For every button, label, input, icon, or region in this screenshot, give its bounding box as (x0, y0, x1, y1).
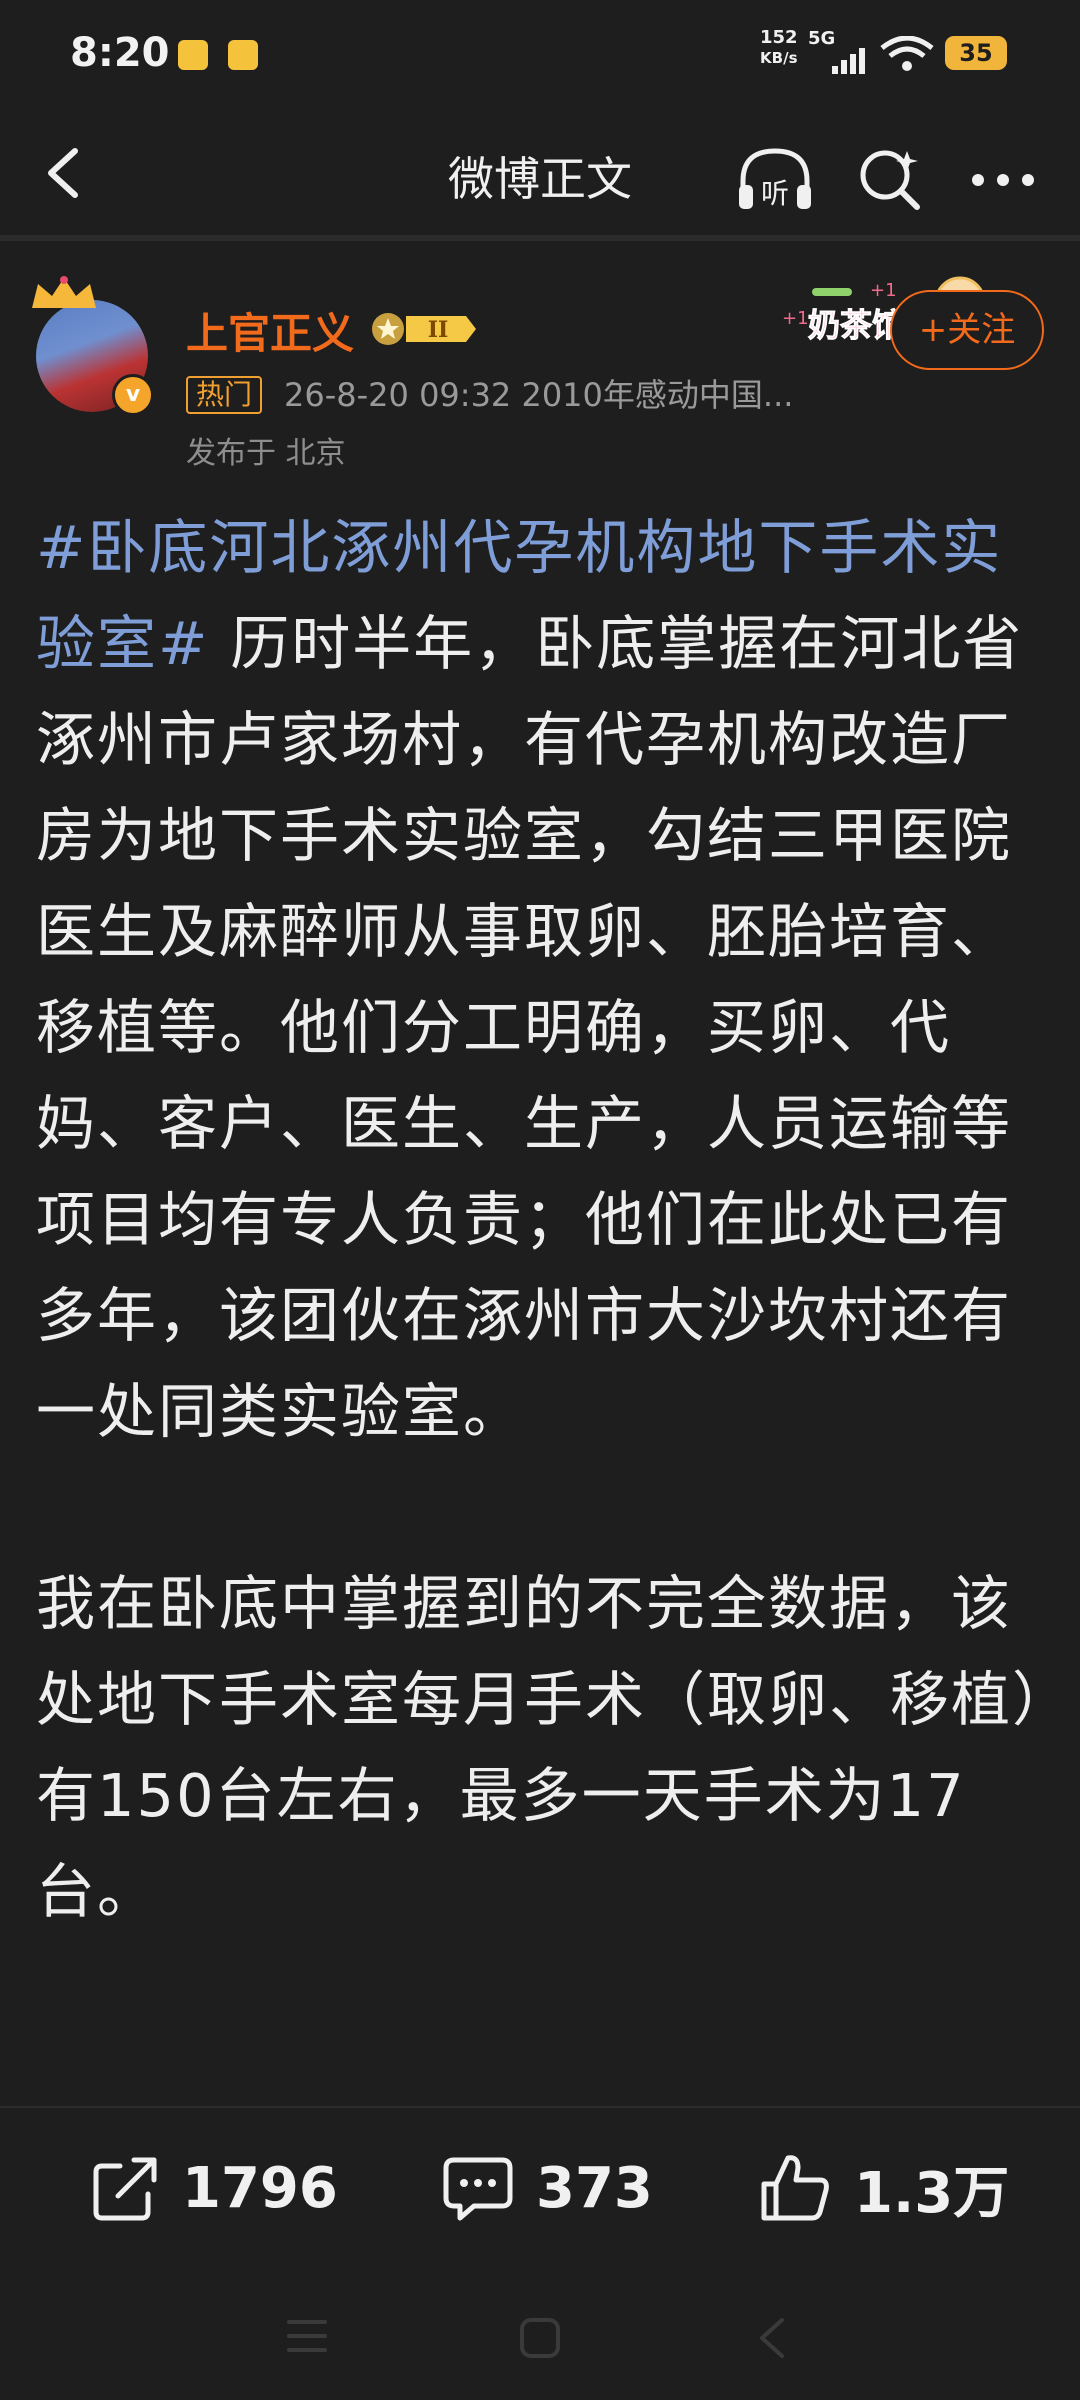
system-back-icon[interactable] (752, 2314, 792, 2362)
status-bar: 8:20 152 KB/s 5G 35 (0, 0, 1080, 105)
home-icon[interactable] (518, 2316, 562, 2360)
system-nav-bar (0, 2270, 1080, 2400)
status-time: 8:20 (70, 30, 170, 76)
follow-button[interactable]: +关注 (890, 290, 1044, 370)
thumbs-up-icon (761, 2155, 829, 2221)
level-badge-icon: II (372, 313, 476, 345)
verified-badge: v (112, 374, 154, 416)
comment-count: 373 (536, 2155, 653, 2221)
net-speed-value: 152 (760, 27, 798, 48)
comment-button[interactable]: 373 (440, 2148, 653, 2228)
level-label: II (428, 317, 449, 343)
top-nav-bar: 微博正文 听 (0, 115, 1080, 241)
shopping-notification-icon (228, 40, 258, 70)
net-speed: 152 KB/s (760, 28, 798, 68)
wifi-icon (880, 36, 934, 71)
sticker-plus-top: +1 (870, 280, 897, 301)
post-text-1: 历时半年，卧底掌握在河北省涿州市卢家场村，有代孕机构改造厂房为地下手术实验室，勾… (36, 609, 1024, 1446)
like-count: 1.3万 (854, 2160, 1010, 2226)
repost-button[interactable]: 1796 (90, 2148, 338, 2228)
weibo-notification-icon (178, 40, 208, 70)
hot-tag: 热门 (186, 376, 263, 414)
sticker-plus-left: +1 (782, 308, 809, 329)
comment-icon (443, 2157, 513, 2221)
battery-indicator: 35 (945, 36, 1007, 70)
network-type: 5G (808, 28, 836, 49)
crown-icon (32, 276, 96, 308)
listen-label: 听 (761, 177, 789, 210)
repost-icon (93, 2157, 157, 2221)
repost-count: 1796 (182, 2155, 338, 2221)
post-paragraph-2: 我在卧底中掌握到的不完全数据，该处地下手术室每月手术（取卵、移植）有150台左右… (36, 1569, 1044, 1926)
author-header: v 上官正义 II 热门 26-8-20 09:32 2010年感动中国... … (0, 270, 1080, 471)
recent-apps-icon[interactable] (285, 2316, 329, 2356)
post-location: 发布于 北京 (186, 436, 346, 471)
net-speed-unit: KB/s (760, 49, 798, 67)
post-meta: 26-8-20 09:32 2010年感动中国... (284, 376, 794, 414)
author-name[interactable]: 上官正义 (186, 300, 354, 361)
post-action-bar: 1796 373 1.3万 (0, 2106, 1080, 2268)
post-paragraph-1: #卧底河北涿州代孕机构地下手术实验室# 历时半年，卧底掌握在河北省涿州市卢家场村… (36, 500, 1046, 1460)
more-options-icon[interactable] (968, 165, 1038, 195)
search-icon[interactable] (855, 145, 925, 215)
listen-headphones-icon[interactable]: 听 (735, 145, 815, 215)
like-button[interactable]: 1.3万 (758, 2148, 1009, 2228)
signal-icon (832, 48, 865, 74)
post-content: #卧底河北涿州代孕机构地下手术实验室# 历时半年，卧底掌握在河北省涿州市卢家场村… (36, 500, 1046, 1940)
